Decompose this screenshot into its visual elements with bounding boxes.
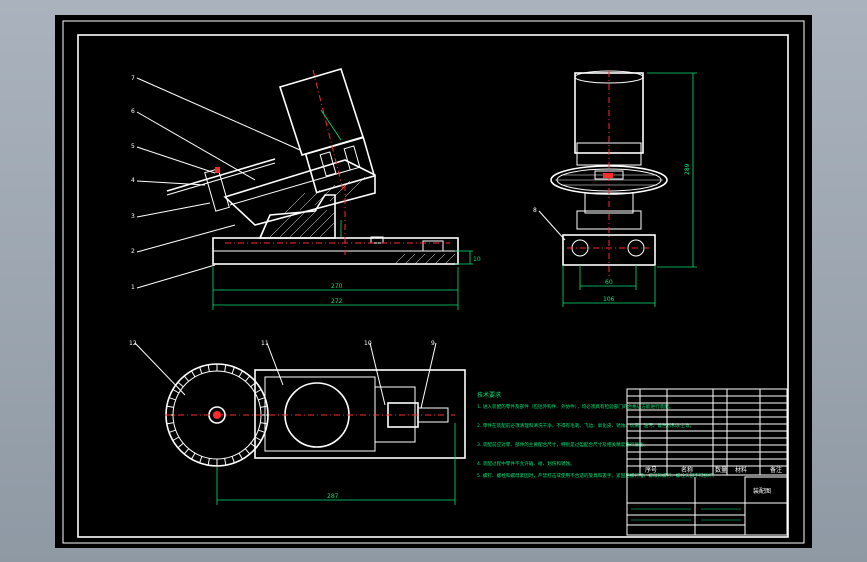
balloon-4: 4: [131, 177, 135, 184]
top-view: [165, 363, 466, 467]
gear-tooth: [191, 370, 196, 378]
col-name: 名称: [681, 466, 693, 474]
gear-tooth: [166, 422, 174, 425]
motor-housing: [278, 68, 365, 156]
gear-box: [304, 136, 376, 194]
front-leaders: 7 6 5 4 3 2 1: [131, 75, 301, 291]
balloon-8: 8: [533, 207, 537, 214]
gear-tooth: [224, 458, 227, 466]
drawing-sheet: 270 272 10 7 6 5 4 3 2 1 289 60 106 8 28…: [55, 15, 812, 548]
balloon-9: 9: [431, 340, 435, 347]
support-column: [258, 194, 336, 239]
gear-tooth: [172, 436, 180, 441]
col-material: 材料: [735, 466, 747, 474]
base-hatch: [394, 253, 456, 265]
balloon-12: 12: [129, 340, 137, 347]
gear-tooth: [244, 448, 251, 455]
col-qty: 数量: [715, 466, 727, 474]
gear-tooth: [224, 364, 227, 372]
dim-272: 272: [331, 298, 343, 305]
cad-viewport[interactable]: 270 272 10 7 6 5 4 3 2 1 289 60 106 8 28…: [0, 0, 867, 562]
gear-tooth: [231, 366, 235, 374]
side-dims: 289 60 106 8: [533, 72, 697, 307]
title-block: 序号 名称 数量 材料 备注 装配图: [626, 388, 788, 536]
gear-tooth: [231, 456, 235, 464]
dim-106: 106: [603, 296, 615, 303]
balloon-3: 3: [131, 213, 135, 220]
dim-270: 270: [331, 283, 343, 290]
side-view: [550, 70, 668, 277]
tech-note-3: 3. 装配前应对零、部件的主要配合尺寸，特别是过盈配合尺寸及相关精度进行复查。: [477, 441, 648, 448]
gear-tooth: [199, 456, 203, 464]
drawing-title: 装配图: [753, 487, 771, 495]
balloon-6: 6: [131, 108, 135, 115]
drawing-canvas: 270 272 10 7 6 5 4 3 2 1 289 60 106 8 28…: [62, 20, 805, 544]
gear-tooth: [183, 448, 190, 455]
balloon-5: 5: [131, 143, 135, 150]
dim-287: 287: [327, 493, 339, 500]
gear-tooth: [260, 422, 268, 425]
gear-tooth: [191, 452, 196, 460]
gear-tooth: [238, 370, 243, 378]
blade-hub: [204, 168, 230, 212]
tech-note-2: 2. 零件在装配前必须清理和清洗干净，不得有毛刺、飞边、氧化皮、锈蚀、切屑、油污…: [477, 422, 694, 429]
parts-list-frame: [626, 388, 788, 536]
gear-tooth: [244, 375, 251, 382]
gear-tooth: [172, 389, 180, 394]
gear-tooth: [238, 452, 243, 460]
top-housing: [254, 369, 466, 459]
front-view: [166, 68, 459, 265]
gear-tooth: [207, 364, 210, 372]
gear-tooth: [258, 397, 266, 401]
balloon-7: 7: [131, 75, 135, 82]
col-note: 备注: [770, 466, 782, 474]
tech-notes-heading: 技术要求: [477, 391, 501, 399]
top-dims: 287 12 11 10 9: [129, 340, 456, 505]
col-seq: 序号: [645, 466, 657, 474]
gear-tooth: [177, 381, 184, 388]
gear-tooth: [168, 397, 176, 401]
dim-10: 10: [473, 256, 481, 263]
balloon-10: 10: [364, 340, 372, 347]
gear-tooth: [166, 405, 174, 408]
gear-tooth: [177, 442, 184, 449]
dim-289: 289: [684, 163, 691, 175]
gear-tooth: [199, 366, 203, 374]
tech-note-1: 1. 进入装配的零件及部件（包括外购件、外协件），均必须具有检验部门的合格证方能…: [477, 403, 674, 410]
front-dims: 270 272 10: [212, 109, 481, 310]
balloon-2: 2: [131, 248, 135, 255]
gear-tooth: [258, 429, 266, 433]
gear-tooth: [254, 389, 262, 394]
tech-note-4: 4. 装配过程中零件不允许磕、碰、划伤和锈蚀。: [477, 460, 575, 467]
inner-frame: [77, 34, 789, 538]
gear-tooth: [260, 405, 268, 408]
gear-tooth: [254, 436, 262, 441]
gear-tooth: [207, 458, 210, 466]
dim-60: 60: [605, 279, 613, 286]
gear-tooth: [168, 429, 176, 433]
gear-tooth: [183, 375, 190, 382]
balloon-11: 11: [261, 340, 269, 347]
balloon-1: 1: [131, 284, 135, 291]
